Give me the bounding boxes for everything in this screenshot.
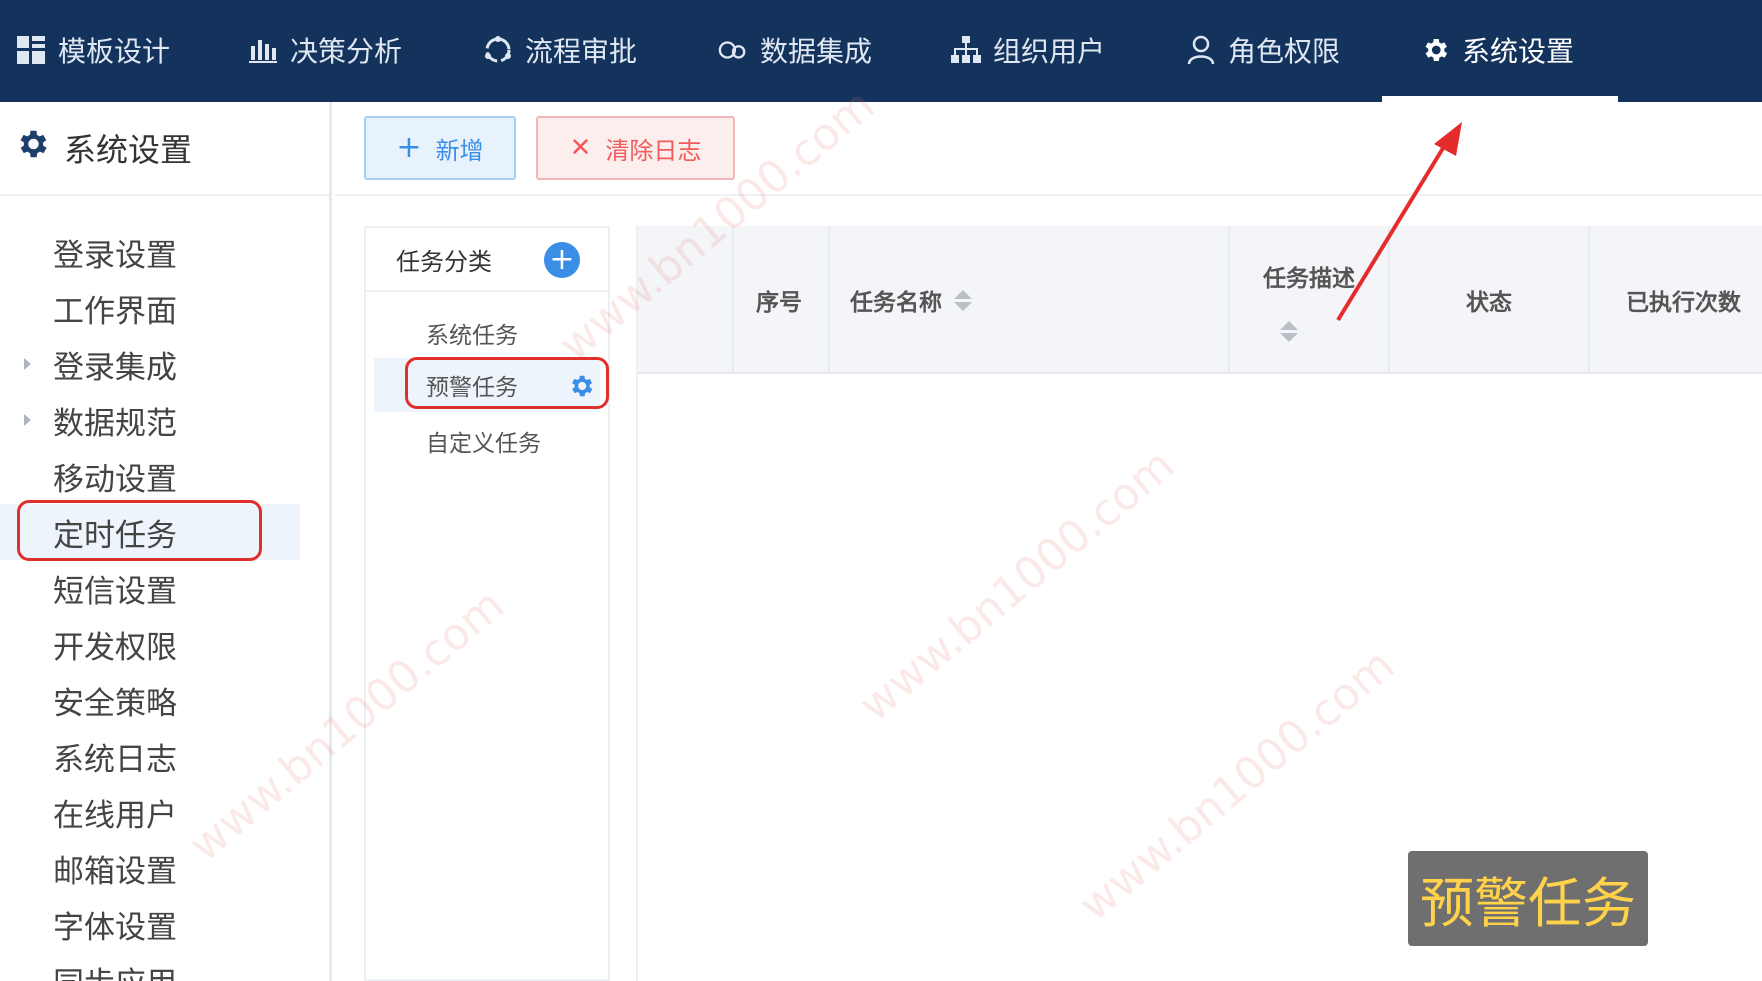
sidebar-item-label: 同步应用 bbox=[53, 958, 177, 981]
sidebar-item-label: 登录设置 bbox=[53, 237, 177, 274]
plus-icon: + bbox=[396, 130, 422, 165]
annotation-arrow bbox=[1336, 122, 1462, 322]
nav-tab-org-users[interactable]: 组织用户 bbox=[951, 0, 1105, 100]
add-button-label: 新增 bbox=[435, 136, 484, 165]
sidebar-item-label: 安全策略 bbox=[53, 685, 177, 722]
column-label: 任务名称 bbox=[850, 290, 942, 316]
nav-tab-label: 流程审批 bbox=[525, 35, 638, 68]
sidebar-item-dev-permissions[interactable]: 开发权限 bbox=[0, 616, 300, 672]
link-icon bbox=[718, 35, 748, 65]
plus-icon: + bbox=[549, 242, 575, 277]
caption-label: 预警任务 bbox=[1408, 851, 1648, 946]
sidebar-item-work-interface[interactable]: 工作界面 bbox=[0, 280, 300, 336]
clear-log-button-label: 清除日志 bbox=[605, 136, 702, 165]
table-header-task-name[interactable]: 任务名称 bbox=[830, 226, 1230, 374]
category-item-system-tasks[interactable]: 系统任务 bbox=[374, 306, 600, 360]
org-tree-icon bbox=[951, 35, 981, 65]
nav-tab-label: 数据集成 bbox=[760, 35, 873, 68]
top-navigation-bar: 模板设计 决策分析 流程审批 数据集成 组织用户 角色权限 系统设置 bbox=[0, 0, 1762, 102]
sidebar-item-label: 在线用户 bbox=[53, 797, 177, 834]
nav-tab-process-approval[interactable]: 流程审批 bbox=[483, 0, 637, 100]
sort-icon[interactable] bbox=[954, 289, 972, 311]
nav-tab-system-settings[interactable]: 系统设置 bbox=[1420, 0, 1574, 100]
sidebar-item-data-standards[interactable]: 数据规范 bbox=[0, 392, 300, 448]
sidebar-item-label: 字体设置 bbox=[53, 909, 177, 946]
task-category-title: 任务分类 bbox=[396, 247, 492, 276]
sidebar-item-mobile-settings[interactable]: 移动设置 bbox=[0, 448, 300, 504]
sidebar-item-label: 数据规范 bbox=[53, 405, 177, 442]
nav-tab-label: 系统设置 bbox=[1462, 35, 1575, 68]
annotation-highlight-box bbox=[17, 500, 262, 561]
sidebar-item-online-users[interactable]: 在线用户 bbox=[0, 784, 300, 840]
sidebar-item-label: 短信设置 bbox=[53, 573, 177, 610]
nav-tab-decision-analysis[interactable]: 决策分析 bbox=[248, 0, 402, 100]
sidebar-item-sms-settings[interactable]: 短信设置 bbox=[0, 560, 300, 616]
task-category-panel: 任务分类 + 系统任务 预警任务 自定义任务 bbox=[364, 226, 610, 981]
user-icon bbox=[1186, 35, 1216, 65]
sidebar-item-login-integration[interactable]: 登录集成 bbox=[0, 336, 300, 392]
column-label: 状态 bbox=[1466, 290, 1512, 316]
gear-icon bbox=[14, 126, 50, 170]
column-label: 序号 bbox=[756, 290, 802, 316]
close-icon: ✕ bbox=[569, 133, 592, 163]
nav-tab-role-permissions[interactable]: 角色权限 bbox=[1186, 0, 1340, 100]
table-header-index[interactable]: 序号 bbox=[734, 226, 830, 374]
sidebar-item-mail-settings[interactable]: 邮箱设置 bbox=[0, 840, 300, 896]
sidebar-item-font-settings[interactable]: 字体设置 bbox=[0, 896, 300, 952]
sort-icon[interactable] bbox=[1280, 320, 1298, 342]
nav-tab-data-integration[interactable]: 数据集成 bbox=[718, 0, 872, 100]
sidebar-title: 系统设置 bbox=[64, 131, 193, 169]
divider bbox=[335, 194, 1762, 196]
sidebar-item-label: 开发权限 bbox=[53, 629, 177, 666]
clear-log-button[interactable]: ✕ 清除日志 bbox=[536, 116, 735, 180]
add-button[interactable]: + 新增 bbox=[364, 116, 516, 180]
category-item-label: 系统任务 bbox=[426, 323, 518, 349]
table-header: 序号 任务名称 任务描述 状态 已执行次数 bbox=[638, 226, 1762, 374]
sidebar-item-label: 移动设置 bbox=[53, 461, 177, 498]
caret-right-icon[interactable] bbox=[24, 414, 31, 426]
column-label: 已执行次数 bbox=[1626, 290, 1741, 316]
sidebar-item-sync-apps[interactable]: 同步应用 bbox=[0, 952, 300, 981]
gear-icon bbox=[1420, 35, 1450, 65]
sidebar-header: 系统设置 bbox=[0, 102, 329, 196]
sidebar-item-system-log[interactable]: 系统日志 bbox=[0, 728, 300, 784]
caret-right-icon[interactable] bbox=[24, 358, 31, 370]
nav-tab-label: 组织用户 bbox=[993, 35, 1106, 68]
sidebar-item-label: 系统日志 bbox=[53, 741, 177, 778]
task-category-header: 任务分类 + bbox=[366, 228, 608, 292]
category-item-custom-tasks[interactable]: 自定义任务 bbox=[374, 414, 600, 468]
annotation-highlight-box bbox=[405, 357, 609, 409]
table-header-run-count[interactable]: 已执行次数 bbox=[1590, 226, 1762, 374]
category-item-label: 自定义任务 bbox=[426, 431, 541, 457]
bar-chart-icon bbox=[248, 35, 278, 65]
cycle-icon bbox=[483, 35, 513, 65]
sidebar-item-label: 邮箱设置 bbox=[53, 853, 177, 890]
table-header-checkbox-column bbox=[638, 226, 734, 374]
nav-tab-label: 模板设计 bbox=[58, 35, 171, 68]
nav-tab-label: 角色权限 bbox=[1228, 35, 1341, 68]
active-tab-indicator bbox=[1382, 96, 1618, 102]
sidebar-item-label: 登录集成 bbox=[53, 349, 177, 386]
nav-tab-template-design[interactable]: 模板设计 bbox=[16, 0, 170, 100]
sidebar-item-security-policy[interactable]: 安全策略 bbox=[0, 672, 300, 728]
sidebar-item-label: 工作界面 bbox=[53, 293, 177, 330]
nav-tab-label: 决策分析 bbox=[290, 35, 403, 68]
sidebar-item-login-settings[interactable]: 登录设置 bbox=[0, 224, 300, 280]
grid-icon bbox=[16, 35, 46, 65]
add-category-button[interactable]: + bbox=[544, 242, 580, 278]
